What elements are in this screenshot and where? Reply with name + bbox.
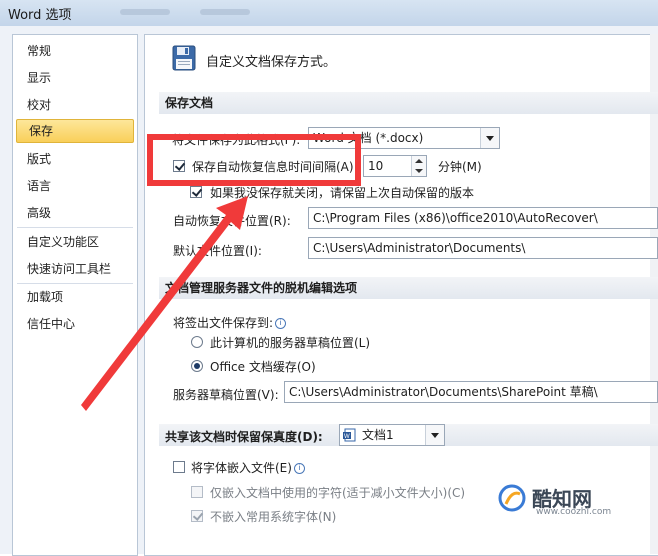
checkout-save-label: 将签出文件保存到: i — [173, 314, 287, 331]
drafts-location-input[interactable]: C:\Users\Administrator\Documents\SharePo… — [284, 381, 658, 403]
section-offline-editing: 文档管理服务器文件的脱机编辑选项 — [159, 277, 658, 299]
sidebar-item-display[interactable]: 显示 — [15, 66, 135, 90]
radio-server-drafts-label[interactable]: 此计算机的服务器草稿位置(L) — [210, 334, 370, 351]
radio-office-cache[interactable] — [191, 360, 203, 372]
embed-used-chars-label[interactable]: 仅嵌入文档中使用的字符(适于减小文件大小)(C) — [210, 484, 465, 501]
keep-last-version-checkbox[interactable] — [190, 186, 202, 198]
no-common-fonts-checkbox[interactable] — [191, 510, 203, 522]
info-icon: i — [293, 463, 305, 474]
sidebar-item-addins[interactable]: 加载项 — [15, 285, 135, 309]
sidebar-item-layout[interactable]: 版式 — [15, 147, 135, 171]
autorecover-label[interactable]: 保存自动恢复信息时间间隔(A) — [192, 158, 354, 175]
sidebar-item-customize-ribbon[interactable]: 自定义功能区 — [15, 230, 135, 254]
autorecover-location-input[interactable]: C:\Program Files (x86)\office2010\AutoRe… — [308, 207, 658, 229]
save-format-value: Word 文档 (*.docx) — [313, 131, 424, 145]
title-bar: Word 选项 — [0, 0, 658, 27]
sidebar-item-general[interactable]: 常规 — [15, 39, 135, 63]
sidebar-item-language[interactable]: 语言 — [15, 174, 135, 198]
keep-last-version-label[interactable]: 如果我没保存就关闭，请保留上次自动保留的版本 — [210, 184, 474, 201]
fidelity-document-value: 文档1 — [362, 428, 394, 442]
sidebar-item-trust-center[interactable]: 信任中心 — [15, 312, 135, 336]
radio-server-drafts[interactable] — [191, 336, 203, 348]
window-title: Word 选项 — [8, 8, 72, 23]
chevron-down-icon[interactable] — [425, 425, 444, 445]
word-document-icon: W — [343, 428, 356, 442]
options-sidebar: 常规 显示 校对 保存 版式 语言 高级 自定义功能区 快速访问工具栏 加载项 … — [12, 34, 138, 556]
sidebar-divider — [17, 283, 133, 284]
section-save-documents: 保存文档 — [159, 92, 658, 114]
drafts-location-label: 服务器草稿位置(V): — [173, 388, 279, 402]
minutes-label: 分钟(M) — [438, 160, 482, 174]
embed-used-chars-checkbox[interactable] — [191, 486, 203, 498]
fidelity-label: 共享该文档时保留保真度(D): — [165, 430, 323, 444]
spinner-up-icon[interactable] — [415, 159, 423, 163]
floppy-disk-icon — [172, 45, 196, 71]
chevron-down-icon[interactable] — [480, 128, 499, 148]
default-location-input[interactable]: C:\Users\Administrator\Documents\ — [308, 237, 658, 259]
title-bar-tab-blur — [200, 9, 250, 15]
watermark-url: www.coozhi.com — [536, 507, 612, 517]
title-bar-tab-blur — [120, 9, 170, 15]
no-common-fonts-label[interactable]: 不嵌入常用系统字体(N) — [210, 508, 336, 525]
fidelity-document-select[interactable]: W 文档1 — [339, 424, 445, 446]
radio-office-cache-label[interactable]: Office 文档缓存(O) — [210, 358, 316, 375]
info-icon: i — [275, 318, 287, 329]
sidebar-item-save[interactable]: 保存 — [16, 119, 134, 143]
spinner-down-icon[interactable] — [415, 169, 423, 173]
spinner-buttons[interactable] — [411, 156, 426, 176]
sidebar-divider — [17, 227, 133, 228]
autorecover-interval-value: 10 — [368, 159, 384, 173]
svg-text:W: W — [344, 434, 350, 440]
default-location-label: 默认文件位置(I): — [173, 244, 262, 258]
sidebar-item-advanced[interactable]: 高级 — [15, 201, 135, 225]
embed-fonts-checkbox[interactable] — [173, 461, 185, 473]
page-header-text: 自定义文档保存方式。 — [206, 55, 337, 70]
autorecover-interval-spinner[interactable]: 10 — [363, 155, 427, 177]
save-format-select[interactable]: Word 文档 (*.docx) — [308, 127, 500, 149]
save-format-label: 将文件保存为此格式(F): — [172, 133, 301, 147]
sidebar-item-quick-access-toolbar[interactable]: 快速访问工具栏 — [15, 257, 135, 281]
embed-fonts-label[interactable]: 将字体嵌入文件(E) i — [191, 459, 305, 476]
autorecover-checkbox[interactable] — [173, 160, 185, 172]
sidebar-item-proofing[interactable]: 校对 — [15, 93, 135, 117]
autorecover-location-label: 自动恢复文件位置(R): — [173, 214, 291, 228]
